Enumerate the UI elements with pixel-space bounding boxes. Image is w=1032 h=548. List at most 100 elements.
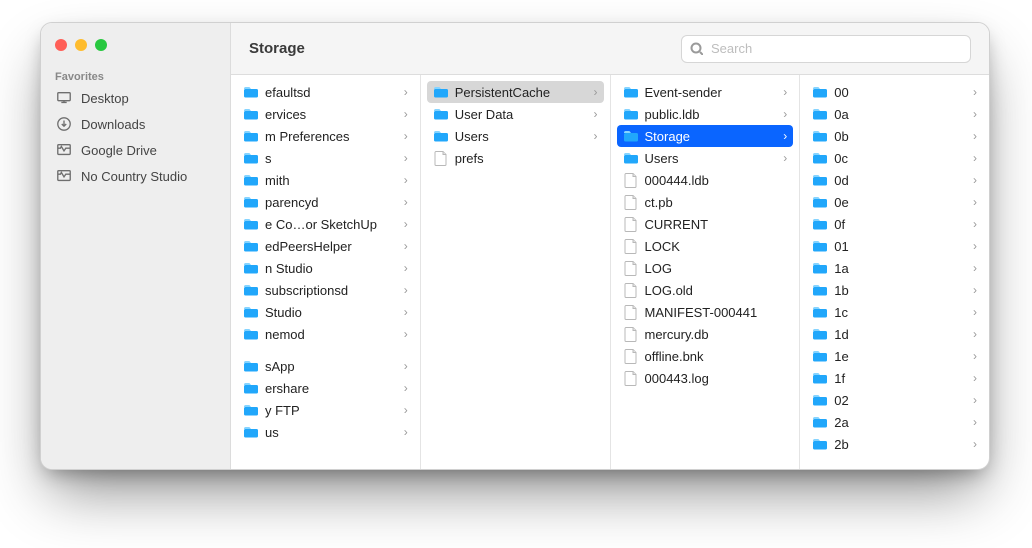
- file-row[interactable]: prefs: [427, 147, 604, 169]
- folder-row[interactable]: y FTP ›: [237, 399, 414, 421]
- folder-row[interactable]: 1d›: [806, 323, 983, 345]
- search-input[interactable]: [709, 40, 962, 57]
- folder-icon: [243, 194, 259, 210]
- file-row[interactable]: LOCK: [617, 235, 794, 257]
- file-row[interactable]: LOG: [617, 257, 794, 279]
- folder-row[interactable]: 02›: [806, 389, 983, 411]
- sidebar-item-no-country-studio[interactable]: No Country Studio: [41, 163, 230, 189]
- folder-row[interactable]: PersistentCache›: [427, 81, 604, 103]
- row-label: CURRENT: [645, 217, 772, 232]
- folder-row[interactable]: Studio›: [237, 301, 414, 323]
- folder-row[interactable]: efaultsd›: [237, 81, 414, 103]
- file-row[interactable]: mercury.db: [617, 323, 794, 345]
- folder-row[interactable]: 1a›: [806, 257, 983, 279]
- folder-row[interactable]: 01›: [806, 235, 983, 257]
- folder-row[interactable]: 1c›: [806, 301, 983, 323]
- folder-row[interactable]: parencyd›: [237, 191, 414, 213]
- row-label: sApp: [265, 359, 392, 374]
- folder-row[interactable]: subscriptionsd›: [237, 279, 414, 301]
- folder-row[interactable]: ervices›: [237, 103, 414, 125]
- folder-row[interactable]: Storage›: [617, 125, 794, 147]
- chevron-right-icon: ›: [398, 283, 408, 297]
- folder-icon: [243, 84, 259, 100]
- file-row[interactable]: LOG.old: [617, 279, 794, 301]
- folder-row[interactable]: Users›: [617, 147, 794, 169]
- folder-row[interactable]: Users›: [427, 125, 604, 147]
- folder-row[interactable]: n Studio›: [237, 257, 414, 279]
- file-row[interactable]: 000444.ldb: [617, 169, 794, 191]
- folder-row[interactable]: 0b›: [806, 125, 983, 147]
- folder-row[interactable]: 0c›: [806, 147, 983, 169]
- folder-row[interactable]: 0e›: [806, 191, 983, 213]
- search-icon: [690, 42, 703, 55]
- folder-row[interactable]: 0f›: [806, 213, 983, 235]
- folder-icon: [243, 238, 259, 254]
- column-0[interactable]: efaultsd›ervices›m Preferences›s›mith›pa…: [231, 75, 421, 469]
- row-label: 0d: [834, 173, 961, 188]
- chevron-right-icon: ›: [967, 239, 977, 253]
- minimize-icon[interactable]: [75, 39, 87, 51]
- close-icon[interactable]: [55, 39, 67, 51]
- folder-row[interactable]: ershare›: [237, 377, 414, 399]
- file-icon: [623, 326, 639, 342]
- chevron-right-icon: ›: [398, 403, 408, 417]
- folder-row[interactable]: s›: [237, 147, 414, 169]
- row-label: 1d: [834, 327, 961, 342]
- folder-row[interactable]: 1e›: [806, 345, 983, 367]
- row-label: y FTP: [265, 403, 392, 418]
- folder-icon: [623, 84, 639, 100]
- chevron-right-icon: ›: [967, 195, 977, 209]
- folder-row[interactable]: 0a›: [806, 103, 983, 125]
- sidebar-item-label: No Country Studio: [81, 169, 220, 184]
- row-label: 1f: [834, 371, 961, 386]
- folder-icon: [243, 358, 259, 374]
- row-label: ervices: [265, 107, 392, 122]
- folder-row[interactable]: m Preferences›: [237, 125, 414, 147]
- folder-row[interactable]: 2a›: [806, 411, 983, 433]
- row-label: s: [265, 151, 392, 166]
- file-row[interactable]: CURRENT: [617, 213, 794, 235]
- folder-icon: [812, 84, 828, 100]
- chevron-right-icon: ›: [398, 195, 408, 209]
- folder-row[interactable]: 1b›: [806, 279, 983, 301]
- folder-row[interactable]: us›: [237, 421, 414, 443]
- zoom-icon[interactable]: [95, 39, 107, 51]
- row-label: ct.pb: [645, 195, 772, 210]
- file-row[interactable]: MANIFEST-000441: [617, 301, 794, 323]
- folder-icon: [243, 402, 259, 418]
- folder-row[interactable]: sApp›: [237, 355, 414, 377]
- folder-row[interactable]: 0d›: [806, 169, 983, 191]
- sidebar-item-label: Desktop: [81, 91, 220, 106]
- folder-icon: [243, 304, 259, 320]
- folder-icon: [812, 106, 828, 122]
- folder-row[interactable]: 2b›: [806, 433, 983, 455]
- row-label: LOCK: [645, 239, 772, 254]
- folder-row[interactable]: e Co…or SketchUp›: [237, 213, 414, 235]
- folder-row[interactable]: edPeersHelper›: [237, 235, 414, 257]
- folder-row[interactable]: 1f›: [806, 367, 983, 389]
- row-label: LOG: [645, 261, 772, 276]
- search-field[interactable]: [681, 35, 971, 63]
- chevron-right-icon: ›: [967, 261, 977, 275]
- sidebar-item-downloads[interactable]: Downloads: [41, 111, 230, 137]
- folder-row[interactable]: Event-sender›: [617, 81, 794, 103]
- column-3[interactable]: 00›0a›0b›0c›0d›0e›0f›01›1a›1b›1c›1d›1e›1…: [800, 75, 989, 469]
- folder-icon: [243, 216, 259, 232]
- sidebar-item-desktop[interactable]: Desktop: [41, 85, 230, 111]
- column-2[interactable]: Event-sender›public.ldb›Storage›Users›00…: [611, 75, 801, 469]
- file-row[interactable]: 000443.log: [617, 367, 794, 389]
- folder-row[interactable]: public.ldb›: [617, 103, 794, 125]
- folder-row[interactable]: User Data›: [427, 103, 604, 125]
- drive-icon: [55, 167, 73, 185]
- sidebar-item-google-drive[interactable]: Google Drive: [41, 137, 230, 163]
- file-row[interactable]: ct.pb: [617, 191, 794, 213]
- chevron-right-icon: ›: [777, 85, 787, 99]
- file-row[interactable]: offline.bnk: [617, 345, 794, 367]
- folder-row[interactable]: nemod›: [237, 323, 414, 345]
- column-1[interactable]: PersistentCache›User Data›Users›prefs: [421, 75, 611, 469]
- folder-row[interactable]: 00›: [806, 81, 983, 103]
- folder-icon: [812, 326, 828, 342]
- folder-icon: [812, 304, 828, 320]
- folder-row[interactable]: mith›: [237, 169, 414, 191]
- folder-icon: [812, 282, 828, 298]
